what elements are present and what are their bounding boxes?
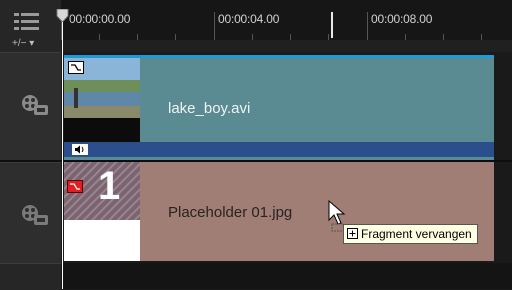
timecode-0: 00:00:00.00 [69, 12, 131, 26]
track-header-empty [0, 263, 61, 290]
playhead-line [62, 18, 63, 289]
film-reel-icon [22, 95, 48, 115]
track-header-overlay[interactable] [0, 162, 61, 264]
ruler-tick [367, 12, 368, 40]
ruler-strip [61, 40, 512, 52]
timecode-4: 00:00:04.00 [218, 12, 280, 26]
plus-box-icon [347, 228, 358, 239]
list-icon[interactable] [14, 12, 40, 32]
video-overlay-icon [68, 61, 84, 74]
image-clip-name: Placeholder 01.jpg [168, 204, 293, 221]
image-overlay-icon [67, 180, 83, 193]
track-header-video[interactable] [0, 52, 61, 161]
video-clip-name: lake_boy.avi [168, 100, 251, 117]
timeline-ruler[interactable]: 00:00:00.00 00:00:04.00 00:00:08.00 [61, 0, 512, 41]
audio-strip[interactable] [64, 142, 494, 157]
timeline-header-controls: +/− ▾ [0, 0, 61, 52]
playhead-handle[interactable] [56, 9, 69, 22]
timecode-8: 00:00:08.00 [371, 12, 433, 26]
film-reel-icon [22, 205, 48, 225]
empty-track-area[interactable] [61, 263, 512, 289]
image-clip-thumbnail: 1 [64, 162, 140, 261]
drag-tooltip: Fragment vervangen [343, 224, 478, 244]
zoom-control[interactable]: +/− ▾ [12, 38, 34, 49]
speaker-icon[interactable] [72, 144, 88, 155]
ruler-tick [214, 12, 215, 40]
video-clip-thumbnail [64, 58, 140, 142]
tooltip-text: Fragment vervangen [361, 227, 472, 241]
drop-position-marker [331, 12, 333, 38]
placeholder-number: 1 [98, 164, 121, 208]
